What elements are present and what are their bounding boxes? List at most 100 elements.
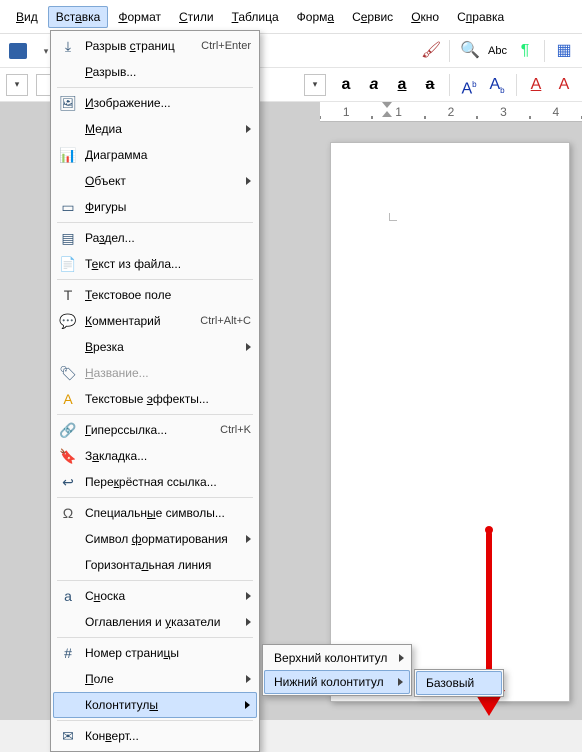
menu-window[interactable]: Окно: [403, 6, 447, 28]
menuitem-label: Поле: [85, 672, 251, 686]
crossref-icon: ↩: [59, 473, 77, 491]
save-button[interactable]: [6, 39, 30, 63]
menu-service[interactable]: Сервис: [344, 6, 401, 28]
clear-button[interactable]: A: [524, 73, 548, 97]
menuitem-label: Оглавления и указатели: [85, 615, 251, 629]
menuitem-колонтитулы[interactable]: Колонтитулы: [53, 692, 257, 718]
menuitem-label: Изображение...: [85, 96, 251, 110]
spellcheck-button[interactable]: Abc: [485, 39, 509, 63]
menubar: Вид Вставка Формат Стили Таблица Форма С…: [0, 0, 582, 34]
no-icon: [59, 670, 77, 688]
page-break-icon: ⤓: [59, 37, 77, 55]
bookmark-icon: 🔖: [59, 447, 77, 465]
menuitem-label: Колонтитулы: [85, 698, 251, 712]
horizontal-ruler[interactable]: 1 1 2 3 4: [320, 102, 582, 122]
pagenum-icon: #: [59, 644, 77, 662]
menuitem-label: Гиперссылка...: [85, 423, 212, 437]
menuitem-врезка[interactable]: Врезка: [53, 334, 257, 360]
menuitem-номерстраницы[interactable]: # Номер страницы: [53, 640, 257, 666]
shapes-icon: ▭: [59, 198, 77, 216]
menu-format[interactable]: Формат: [110, 6, 169, 28]
menuitem-специальныесимволы[interactable]: ΩСпециальные символы...: [53, 500, 257, 526]
formatting-marks-button[interactable]: ¶: [513, 39, 537, 63]
menuitem-label: Закладка...: [85, 449, 251, 463]
menu-table[interactable]: Таблица: [224, 6, 287, 28]
menuitem-текстизфайла[interactable]: 📄Текст из файла...: [53, 251, 257, 277]
menuitem-оглавленияиуказатели[interactable]: Оглавления и указатели: [53, 609, 257, 635]
menuitem-медиа[interactable]: Медиа: [53, 116, 257, 142]
insert-dropdown-menu: ⤓Разрыв страницCtrl+EnterРазрыв...🖼Изобр…: [50, 30, 260, 752]
footer-submenu-item[interactable]: Нижний колонтитул: [264, 670, 410, 694]
headers-footers-submenu: Верхний колонтитул Нижний колонтитул: [262, 644, 412, 696]
menuitem-текстовыеэффекты[interactable]: A Текстовые эффекты...: [53, 386, 257, 412]
menu-insert[interactable]: Вставка: [48, 6, 109, 28]
menuitem-символформатирования[interactable]: Символ форматирования: [53, 526, 257, 552]
menuitem-label: Диаграмма: [85, 148, 251, 162]
menuitem-label: Комментарий: [85, 314, 192, 328]
menu-view[interactable]: Вид: [8, 6, 46, 28]
menuitem-label: Разрыв страниц: [85, 39, 193, 53]
fontcolor-button[interactable]: A: [552, 73, 576, 97]
menuitem-гиперссылка[interactable]: 🔗Гиперссылка...Ctrl+K: [53, 417, 257, 443]
strike-button[interactable]: a: [418, 73, 442, 97]
menuitem-конверт[interactable]: ✉ Конверт...: [53, 723, 257, 749]
no-icon: [59, 172, 77, 190]
menuitem-перекрстнаяссылка[interactable]: ↩ Перекрёстная ссылка...: [53, 469, 257, 495]
menuitem-label: Медиа: [85, 122, 251, 136]
subscript-button[interactable]: Ab: [485, 73, 509, 97]
texteffects-icon: A: [59, 390, 77, 408]
superscript-button[interactable]: Ab: [457, 73, 481, 97]
menuitem-разрыв[interactable]: Разрыв...: [53, 59, 257, 85]
footer-style-submenu: Базовый: [414, 669, 504, 697]
italic-button[interactable]: a: [362, 73, 386, 97]
menuitem-label: Символ форматирования: [85, 532, 251, 546]
no-icon: [59, 556, 77, 574]
envelope-icon: ✉: [59, 727, 77, 745]
menuitem-label: Сноска: [85, 589, 251, 603]
caption-icon: 🏷: [59, 364, 77, 382]
menuitem-разрывстраниц[interactable]: ⤓Разрыв страницCtrl+Enter: [53, 33, 257, 59]
text-file-icon: 📄: [59, 255, 77, 273]
style-dropdown[interactable]: [6, 74, 28, 96]
no-icon: [59, 120, 77, 138]
no-icon: [59, 338, 77, 356]
ruler-tick: 1: [372, 105, 424, 119]
menu-help[interactable]: Справка: [449, 6, 512, 28]
menuitem-диаграмма[interactable]: 📊Диаграмма: [53, 142, 257, 168]
menuitem-shortcut: Ctrl+Alt+C: [200, 315, 251, 327]
menuitem-label: Текстовые эффекты...: [85, 392, 251, 406]
menuitem-label: Конверт...: [85, 729, 251, 743]
no-icon: [59, 63, 77, 81]
table-insert-button[interactable]: ▦: [552, 39, 576, 63]
menuitem-горизонтальнаялиния[interactable]: Горизонтальная линия: [53, 552, 257, 578]
ruler-tick: 2: [425, 105, 477, 119]
menuitem-shortcut: Ctrl+K: [220, 424, 251, 436]
no-icon: [59, 613, 77, 631]
clear-formatting-button[interactable]: 🖌: [418, 39, 442, 63]
menuitem-объект[interactable]: Объект: [53, 168, 257, 194]
menuitem-label: Разрыв...: [85, 65, 251, 79]
bold-button[interactable]: a: [334, 73, 358, 97]
header-submenu-item[interactable]: Верхний колонтитул: [264, 646, 410, 670]
menuitem-сноска[interactable]: aСноска: [53, 583, 257, 609]
ruler-tick: 4: [530, 105, 582, 119]
underline-button[interactable]: a: [390, 73, 414, 97]
menu-form[interactable]: Форма: [289, 6, 342, 28]
find-button[interactable]: 🔍: [457, 39, 481, 63]
menuitem-label: Перекрёстная ссылка...: [85, 475, 251, 489]
fontsize-dropdown[interactable]: [304, 74, 326, 96]
menuitem-раздел[interactable]: ▤Раздел...: [53, 225, 257, 251]
menuitem-label: Текстовое поле: [85, 288, 251, 302]
footer-default-item[interactable]: Базовый: [416, 671, 502, 695]
ruler-tick: 1: [320, 105, 372, 119]
menuitem-комментарий[interactable]: 💬КомментарийCtrl+Alt+C: [53, 308, 257, 334]
menuitem-текстовоеполе[interactable]: TТекстовое поле: [53, 282, 257, 308]
menuitem-закладка[interactable]: 🔖 Закладка...: [53, 443, 257, 469]
menuitem-label: Номер страницы: [85, 646, 251, 660]
document-page[interactable]: [330, 142, 570, 702]
menuitem-поле[interactable]: Поле: [53, 666, 257, 692]
menuitem-название: 🏷Название...: [53, 360, 257, 386]
menuitem-изображение[interactable]: 🖼Изображение...: [53, 90, 257, 116]
menu-styles[interactable]: Стили: [171, 6, 222, 28]
menuitem-фигуры[interactable]: ▭Фигуры: [53, 194, 257, 220]
